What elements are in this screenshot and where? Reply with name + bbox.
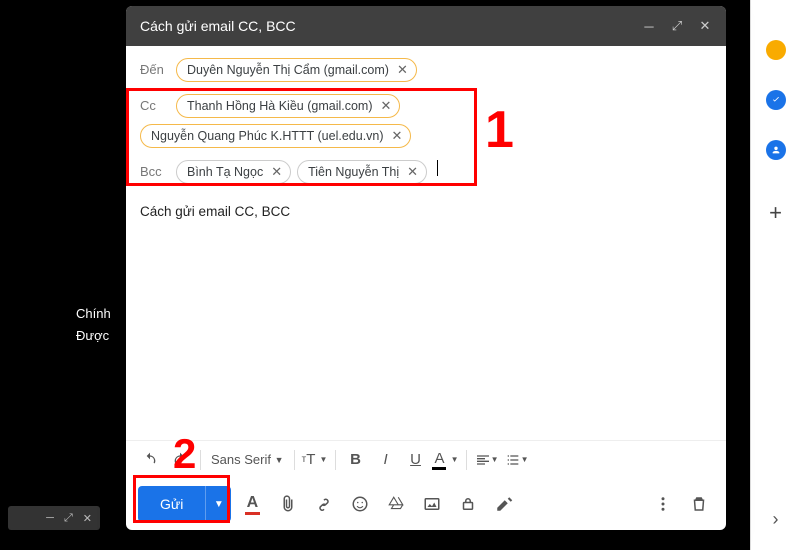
italic-button[interactable]: I — [372, 446, 400, 474]
text-cursor — [437, 160, 438, 176]
text-format-toggle[interactable]: A — [237, 489, 267, 519]
to-row[interactable]: Đến Duyên Nguyễn Thị Cẩm (gmail.com) ✕ — [140, 52, 712, 88]
font-size-button[interactable]: тT ▼ — [301, 446, 329, 474]
confidential-mode-button[interactable] — [453, 489, 483, 519]
cc-label: Cc — [140, 94, 170, 113]
keep-icon[interactable] — [766, 40, 786, 60]
to-label: Đến — [140, 58, 170, 77]
minimized-window-bar[interactable]: ─ ⤢ ✕ — [8, 506, 100, 530]
chip-text: Thanh Hồng Hà Kiều (gmail.com) — [187, 99, 373, 113]
send-options-button[interactable]: ▼ — [205, 486, 231, 522]
minimize-button[interactable]: ─ — [642, 19, 656, 34]
cc-chip[interactable]: Thanh Hồng Hà Kiều (gmail.com) ✕ — [176, 94, 400, 118]
remove-chip-icon[interactable]: ✕ — [390, 128, 405, 144]
list-button[interactable]: ▼ — [503, 446, 531, 474]
insert-link-button[interactable] — [309, 489, 339, 519]
recipient-fields: Đến Duyên Nguyễn Thị Cẩm (gmail.com) ✕ C… — [126, 46, 726, 190]
tasks-icon[interactable] — [766, 90, 786, 110]
message-body[interactable] — [126, 219, 726, 440]
fullscreen-button[interactable]: ⤢ — [670, 18, 684, 34]
send-button-group: Gửi ▼ — [138, 486, 231, 522]
insert-signature-button[interactable] — [489, 489, 519, 519]
add-addon-button[interactable]: + — [769, 200, 782, 226]
more-options-button[interactable] — [648, 489, 678, 519]
backdrop-labels: Chính Được — [76, 303, 111, 347]
subject-field[interactable]: Cách gửi email CC, BCC — [126, 190, 726, 219]
close-button[interactable]: ✕ — [698, 18, 712, 34]
insert-emoji-button[interactable] — [345, 489, 375, 519]
expand-icon[interactable]: ⤢ — [64, 512, 73, 525]
underline-button[interactable]: U — [402, 446, 430, 474]
remove-chip-icon[interactable]: ✕ — [405, 164, 420, 180]
insert-photo-button[interactable] — [417, 489, 447, 519]
cc-row[interactable]: Cc Thanh Hồng Hà Kiều (gmail.com) ✕ Nguy… — [140, 88, 712, 154]
chip-text: Tiên Nguyễn Thị — [308, 165, 399, 179]
remove-chip-icon[interactable]: ✕ — [395, 62, 410, 78]
insert-drive-button[interactable] — [381, 489, 411, 519]
redo-button[interactable] — [166, 446, 194, 474]
align-button[interactable]: ▼ — [473, 446, 501, 474]
chip-text: Duyên Nguyễn Thị Cẩm (gmail.com) — [187, 63, 389, 77]
inbox-tab-promotions: Được — [76, 325, 111, 347]
close-icon[interactable]: ✕ — [83, 512, 92, 525]
remove-chip-icon[interactable]: ✕ — [269, 164, 284, 180]
compose-bottom-bar: Gửi ▼ A — [126, 478, 726, 530]
collapse-sidepanel-icon[interactable]: › — [773, 509, 779, 530]
compose-window: Cách gửi email CC, BCC ─ ⤢ ✕ Đến Duyên N… — [126, 6, 726, 530]
format-toolbar: Sans Serif ▼ тT ▼ B I U A ▼ ▼ ▼ — [126, 440, 726, 478]
compose-header[interactable]: Cách gửi email CC, BCC ─ ⤢ ✕ — [126, 6, 726, 46]
bcc-chip[interactable]: Bình Tạ Ngọc ✕ — [176, 160, 291, 184]
remove-chip-icon[interactable]: ✕ — [379, 98, 394, 114]
minimize-icon[interactable]: ─ — [46, 512, 54, 524]
send-button[interactable]: Gửi — [138, 486, 205, 522]
bcc-chip[interactable]: Tiên Nguyễn Thị ✕ — [297, 160, 427, 184]
bcc-label: Bcc — [140, 160, 170, 179]
to-chip[interactable]: Duyên Nguyễn Thị Cẩm (gmail.com) ✕ — [176, 58, 417, 82]
bold-button[interactable]: B — [342, 446, 370, 474]
undo-button[interactable] — [136, 446, 164, 474]
contacts-icon[interactable] — [766, 140, 786, 160]
chip-text: Nguyễn Quang Phúc K.HTTT (uel.edu.vn) — [151, 129, 384, 143]
bcc-row[interactable]: Bcc Bình Tạ Ngọc ✕ Tiên Nguyễn Thị ✕ — [140, 154, 712, 190]
discard-draft-button[interactable] — [684, 489, 714, 519]
inbox-tab-primary: Chính — [76, 303, 111, 325]
text-color-button[interactable]: A ▼ — [432, 446, 460, 474]
right-side-panel: + › — [750, 0, 800, 550]
compose-title: Cách gửi email CC, BCC — [140, 18, 296, 34]
chip-text: Bình Tạ Ngọc — [187, 165, 263, 179]
cc-chip[interactable]: Nguyễn Quang Phúc K.HTTT (uel.edu.vn) ✕ — [140, 124, 411, 148]
attach-file-button[interactable] — [273, 489, 303, 519]
font-family-select[interactable]: Sans Serif ▼ — [207, 446, 288, 474]
